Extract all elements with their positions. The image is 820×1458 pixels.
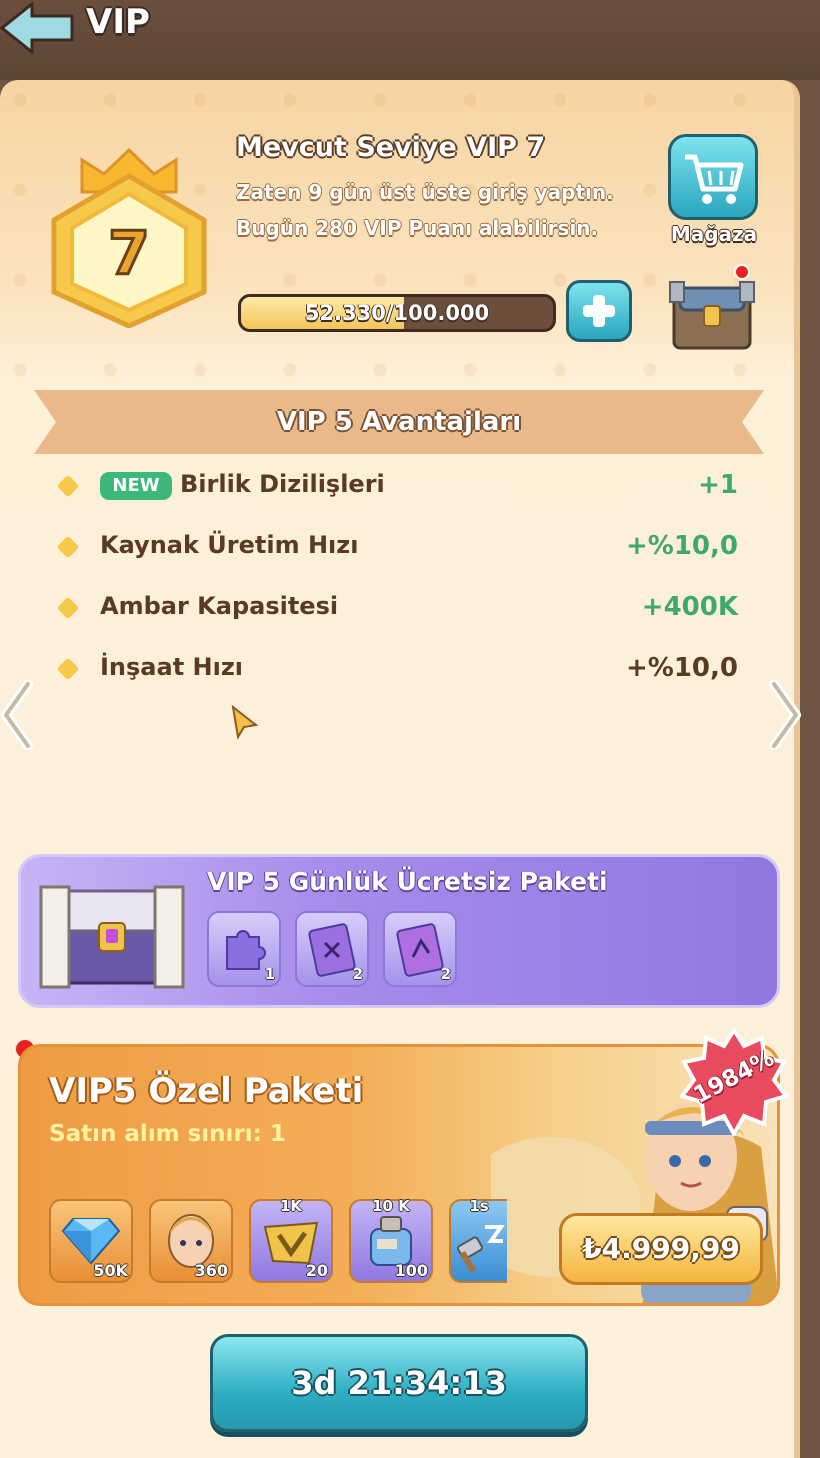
vip-chest-icon <box>669 281 755 350</box>
bullet-diamond-icon <box>56 596 80 620</box>
item-count: 2 <box>440 965 451 983</box>
benefit-label: Birlik Dizilişleri <box>180 470 385 498</box>
buy-price-button[interactable]: ₺4.999,99 <box>559 1213 763 1285</box>
plus-icon <box>583 295 615 327</box>
item-count: 1 <box>264 965 275 983</box>
benefit-row: NEW Birlik Dizilişleri +1 <box>54 466 744 506</box>
vip-chest-button[interactable] <box>664 264 760 356</box>
reward-count: 100 <box>394 1261 428 1280</box>
previous-level-arrow-icon[interactable] <box>0 680 40 750</box>
shop-label: Mağaza <box>670 222 758 246</box>
vip-level-badge: 7 <box>51 147 207 328</box>
next-level-arrow-icon[interactable] <box>762 680 802 750</box>
reward-count: 20 <box>305 1261 328 1280</box>
timer-label: 3d 21:34:13 <box>291 1364 507 1402</box>
chest-notification-dot <box>734 264 750 280</box>
price-label: ₺4.999,99 <box>582 1232 740 1265</box>
daily-reward-item[interactable]: 2 <box>383 911 457 987</box>
cart-icon <box>685 154 744 204</box>
new-badge: NEW <box>100 472 172 500</box>
timer-button[interactable]: 3d 21:34:13 <box>210 1334 588 1432</box>
top-bar: VIP <box>0 0 820 80</box>
bullet-diamond-icon <box>56 657 80 681</box>
benefit-value: +%10,0 <box>626 653 738 683</box>
reward-top-label: 1s <box>469 1197 489 1215</box>
benefit-row: Kaynak Üretim Hızı +%10,0 <box>54 527 744 567</box>
benefit-label: Kaynak Üretim Hızı <box>100 531 359 559</box>
reward-slot[interactable]: 1K 20 <box>249 1197 333 1283</box>
purple-chest-icon <box>39 885 185 989</box>
special-pack-card: VIP5 Özel Paketi Satın alım sınırı: 1 50… <box>18 1044 780 1306</box>
reward-count: 360 <box>194 1261 228 1280</box>
vip-level-number: 7 <box>108 219 150 289</box>
streak-text-line-2: Bugün 280 VIP Puanı alabilirsin. <box>236 216 599 240</box>
benefit-label: Ambar Kapasitesi <box>100 592 339 620</box>
reward-count: 50K <box>93 1261 128 1280</box>
reward-top-label: 10 K <box>372 1197 410 1215</box>
benefit-value: +1 <box>698 470 738 500</box>
current-level-title: Mevcut Seviye VIP 7 <box>236 132 546 163</box>
streak-text-line-1: Zaten 9 gün üst üste giriş yaptın. <box>236 180 614 204</box>
benefit-value: +400K <box>641 592 738 622</box>
vip-points-progress-bar: 52.330/100.000 <box>238 294 556 332</box>
reward-slot[interactable]: 50K <box>49 1199 133 1283</box>
benefit-label: İnşaat Hızı <box>100 653 244 681</box>
daily-free-pack-card[interactable]: VIP 5 Günlük Ücretsiz Paketi 1 2 2 <box>18 854 780 1008</box>
daily-pack-title: VIP 5 Günlük Ücretsiz Paketi <box>207 867 608 896</box>
bullet-diamond-icon <box>56 535 80 559</box>
reward-slot[interactable]: 1s <box>449 1197 507 1283</box>
shop-button[interactable] <box>668 134 758 220</box>
purchase-limit-text: Satın alım sınırı: 1 <box>49 1121 286 1147</box>
vip-points-text: 52.330/100.000 <box>304 301 490 325</box>
item-count: 2 <box>352 965 363 983</box>
reward-slot[interactable]: 10 K 100 <box>349 1197 433 1283</box>
special-pack-title: VIP5 Özel Paketi <box>49 1071 364 1111</box>
back-arrow-icon[interactable] <box>0 2 76 54</box>
bullet-diamond-icon <box>56 474 80 498</box>
pointer-cursor-icon <box>231 705 258 739</box>
benefit-row: Ambar Kapasitesi +400K <box>54 588 744 628</box>
benefits-title: VIP 5 Avantajları <box>276 407 522 437</box>
daily-reward-item[interactable]: 2 <box>295 911 369 987</box>
reward-top-label: 1K <box>279 1197 303 1215</box>
reward-slot[interactable]: 360 <box>149 1199 233 1283</box>
vip-panel: 7 Mevcut Seviye VIP 7 Zaten 9 gün üst üs… <box>0 80 802 1458</box>
screen-title: VIP <box>86 2 150 42</box>
benefit-row: İnşaat Hızı +%10,0 <box>54 649 744 689</box>
daily-reward-item[interactable]: 1 <box>207 911 281 987</box>
benefit-value: +%10,0 <box>626 531 738 561</box>
add-vip-points-button[interactable] <box>566 280 632 342</box>
